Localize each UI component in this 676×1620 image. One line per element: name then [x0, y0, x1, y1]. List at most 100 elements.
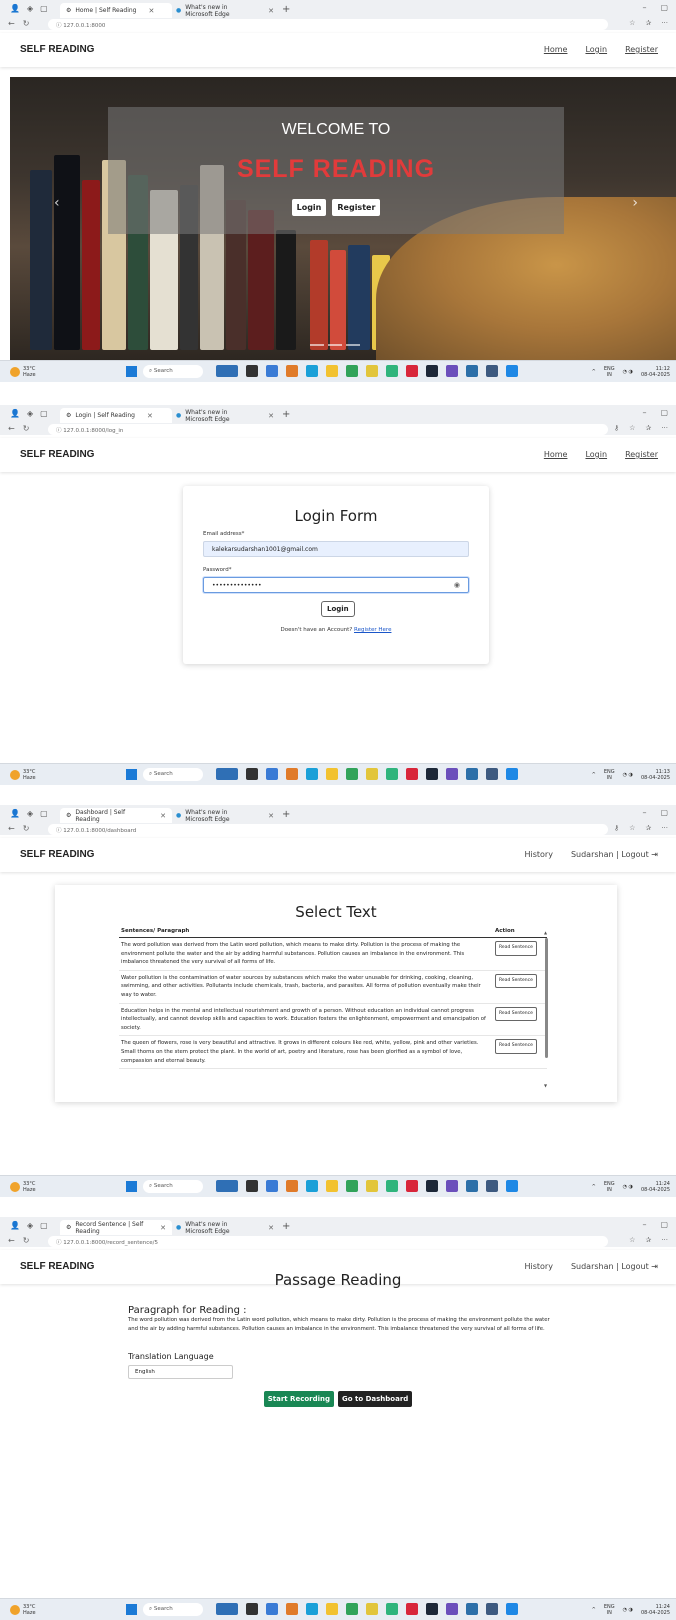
folder-icon[interactable]	[326, 768, 338, 780]
app-icon[interactable]	[286, 768, 298, 780]
workspaces-icon[interactable]: ◈	[27, 1221, 33, 1230]
vscode-icon[interactable]	[506, 1180, 518, 1192]
tab-edge-news[interactable]: ● What's new in Microsoft Edge ✕	[170, 1220, 280, 1235]
key-icon[interactable]: ⚷	[614, 424, 619, 432]
taskbar-search[interactable]: ⌕ Search	[143, 1180, 203, 1193]
clock[interactable]: 11:13 08-04-2025	[641, 769, 670, 781]
favorite-icon[interactable]: ☆	[629, 824, 635, 832]
folder-icon[interactable]	[326, 1603, 338, 1615]
app-icon[interactable]	[266, 1180, 278, 1192]
more-icon[interactable]: ···	[661, 19, 668, 27]
app-icon[interactable]	[486, 768, 498, 780]
clock[interactable]: 11:24 08-04-2025	[641, 1604, 670, 1616]
read-sentence-button[interactable]: Read Sentence	[495, 941, 537, 956]
restore-icon[interactable]: ▢	[660, 3, 668, 12]
app-icon[interactable]	[426, 1180, 438, 1192]
app-icon[interactable]	[466, 768, 478, 780]
close-tab-icon[interactable]: ✕	[268, 7, 274, 15]
weather-widget[interactable]: 33°C Haze	[10, 366, 36, 378]
read-sentence-button[interactable]: Read Sentence	[495, 1006, 537, 1022]
tab-record-sentence[interactable]: ⚙ Record Sentence | Self Reading ✕	[60, 1220, 172, 1235]
profile-icon[interactable]: 👤	[10, 1221, 20, 1230]
close-tab-icon[interactable]: ✕	[268, 412, 274, 420]
scroll-thumb[interactable]	[545, 938, 548, 1058]
url-input[interactable]: ⓘ 127.0.0.1:8000/log_in	[48, 424, 608, 435]
close-tab-icon[interactable]: ✕	[160, 812, 166, 820]
app-icon[interactable]	[406, 768, 418, 780]
app-icon[interactable]	[246, 365, 258, 377]
app-icon[interactable]	[366, 365, 378, 377]
tab-actions-icon[interactable]: ▢	[40, 1221, 48, 1230]
url-input[interactable]: ⓘ 127.0.0.1:8000/dashboard	[48, 824, 608, 835]
nav-login[interactable]: Login	[585, 450, 607, 459]
windows-start-icon[interactable]	[126, 366, 137, 377]
tab-edge-news[interactable]: ● What's new in Microsoft Edge ✕	[170, 808, 280, 823]
carousel-indicator[interactable]	[346, 344, 360, 346]
carousel-next-icon[interactable]: ›	[632, 195, 638, 211]
app-icon[interactable]	[446, 768, 458, 780]
profile-icon[interactable]: 👤	[10, 409, 20, 418]
app-icon[interactable]	[246, 1603, 258, 1615]
edge-icon[interactable]	[306, 1180, 318, 1192]
minimize-icon[interactable]: –	[642, 408, 646, 417]
more-icon[interactable]: ···	[661, 424, 668, 432]
tab-actions-icon[interactable]: ▢	[40, 809, 48, 818]
app-icon[interactable]	[366, 768, 378, 780]
more-icon[interactable]: ···	[661, 1236, 668, 1244]
eye-icon[interactable]: ◉	[454, 581, 460, 589]
brand-logo[interactable]: SELF READING	[20, 44, 94, 55]
app-icon[interactable]	[346, 1180, 358, 1192]
tray-chevron-icon[interactable]: ^	[592, 772, 596, 778]
favorites-icon[interactable]: ✰	[645, 1236, 651, 1244]
profile-icon[interactable]: 👤	[10, 809, 20, 818]
nav-home[interactable]: Home	[544, 450, 568, 459]
close-tab-icon[interactable]: ✕	[268, 1224, 274, 1232]
favorite-icon[interactable]: ☆	[629, 424, 635, 432]
clock[interactable]: 11:12 08-04-2025	[641, 366, 670, 378]
windows-start-icon[interactable]	[126, 1181, 137, 1192]
read-sentence-button[interactable]: Read Sentence	[495, 1039, 537, 1054]
app-icon[interactable]	[426, 768, 438, 780]
weather-widget[interactable]: 33°C Haze	[10, 1604, 36, 1616]
app-icon[interactable]	[486, 1180, 498, 1192]
tab-home[interactable]: ⚙ Home | Self Reading ✕	[60, 3, 172, 18]
weather-widget[interactable]: 33°C Haze	[10, 1181, 36, 1193]
go-to-dashboard-button[interactable]: Go to Dashboard	[338, 1391, 413, 1407]
tab-edge-news[interactable]: ● What's new in Microsoft Edge ✕	[170, 408, 280, 423]
edge-icon[interactable]	[306, 365, 318, 377]
app-icon[interactable]	[216, 365, 238, 377]
register-link[interactable]: Register Here	[354, 627, 391, 633]
translation-select[interactable]: English	[128, 1365, 233, 1379]
taskbar-search[interactable]: ⌕ Search	[143, 768, 203, 781]
app-icon[interactable]	[386, 1180, 398, 1192]
start-recording-button[interactable]: Start Recording	[263, 1391, 335, 1407]
nav-register[interactable]: Register	[625, 450, 658, 459]
url-input[interactable]: ⓘ 127.0.0.1:8000/record_sentence/5	[48, 1236, 608, 1247]
tab-login[interactable]: ⚙ Login | Self Reading ✕	[60, 408, 172, 423]
scroll-up-icon[interactable]: ▲	[544, 930, 547, 935]
url-input[interactable]: ⓘ 127.0.0.1:8000	[48, 19, 608, 30]
tray-chevron-icon[interactable]: ^	[592, 369, 596, 375]
login-button[interactable]: Login	[321, 601, 355, 617]
weather-widget[interactable]: 33°C Haze	[10, 769, 36, 781]
back-icon[interactable]: ←	[8, 19, 15, 28]
restore-icon[interactable]: ▢	[660, 408, 668, 417]
carousel-indicator[interactable]	[328, 344, 342, 346]
edge-icon[interactable]	[306, 768, 318, 780]
nav-home[interactable]: Home	[544, 45, 568, 54]
favorite-icon[interactable]: ☆	[629, 1236, 635, 1244]
app-icon[interactable]	[286, 1180, 298, 1192]
table-scrollbar[interactable]: ▲ ▼	[544, 930, 549, 1088]
folder-icon[interactable]	[326, 1180, 338, 1192]
carousel-prev-icon[interactable]: ‹	[54, 195, 60, 211]
new-tab-icon[interactable]: +	[282, 409, 290, 420]
app-icon[interactable]	[266, 1603, 278, 1615]
app-icon[interactable]	[386, 1603, 398, 1615]
tray-chevron-icon[interactable]: ^	[592, 1607, 596, 1613]
tab-edge-news[interactable]: ● What's new in Microsoft Edge ✕	[170, 3, 280, 18]
brand-logo[interactable]: SELF READING	[20, 849, 94, 860]
edge-icon[interactable]	[306, 1603, 318, 1615]
brand-logo[interactable]: SELF READING	[20, 449, 94, 460]
app-icon[interactable]	[246, 768, 258, 780]
app-icon[interactable]	[216, 1180, 238, 1192]
